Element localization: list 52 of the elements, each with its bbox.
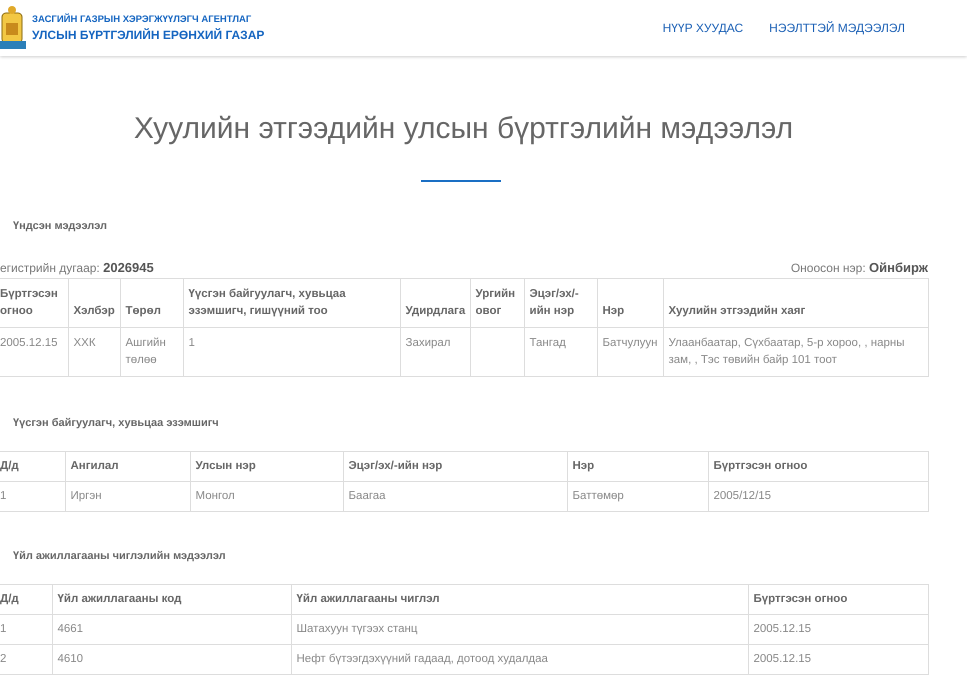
section-heading: Үүсгэн байгуулагч, хувьцаа эзэмшигч — [12, 416, 220, 429]
table-cell: 1 — [0, 482, 65, 512]
register-number: егистрийн дугаар: 2026945 — [0, 260, 154, 275]
column-header: Нэр — [567, 452, 708, 482]
table-cell: 2005.12.15 — [0, 328, 68, 376]
column-header: Д/д — [0, 452, 65, 482]
table-cell: 1 — [183, 328, 400, 376]
table-cell: Шатахуун түгээх станц — [291, 614, 748, 644]
table-cell: Тангад — [524, 328, 597, 376]
column-header: Хэлбэр — [68, 278, 120, 328]
table-cell: Баттөмөр — [567, 482, 708, 512]
emblem-icon — [0, 5, 26, 51]
table-cell: Захирал — [400, 328, 470, 376]
column-header: Бүртгэсэн огноо — [748, 584, 928, 614]
nav-link[interactable]: НЭЭЛТТЭЙ МЭДЭЭЛЭЛ — [769, 21, 905, 35]
nav-link[interactable]: НҮҮР ХУУДАС — [662, 21, 744, 35]
table-cell: Ашгийн төлөө — [120, 328, 183, 376]
table-cell: 4661 — [52, 614, 291, 644]
table-cell: 2005/12/15 — [708, 482, 928, 512]
table-cell: 4610 — [52, 644, 291, 674]
column-header: Үүсгэн байгуулагч, хувьцаа эзэмшигч, гишүүний тоо — [183, 278, 400, 328]
column-header: Ангилал — [65, 452, 190, 482]
column-header: Улсын нэр — [190, 452, 343, 482]
column-header: Д/д — [0, 584, 52, 614]
column-header: Бүртгэсэн огноо — [0, 278, 68, 328]
column-header: Эцэг/эх/-ийн нэр — [343, 452, 567, 482]
page-title: Хуулийн этгээдийн улсын бүртгэлийн мэдээлэл — [132, 112, 794, 146]
table-cell: Батчулуун — [597, 328, 663, 376]
company-name: Оноосон нэр: Ойнбирж — [790, 260, 928, 275]
table-cell: Монгол — [190, 482, 343, 512]
column-header: Төрөл — [120, 278, 183, 328]
table-cell: ХХК — [68, 328, 120, 376]
column-header: Нэр — [597, 278, 663, 328]
agency-name: ЗАСГИЙН ГАЗРЫН ХЭРЭГЖҮҮЛЭГЧ АГЕНТЛАГ — [32, 14, 252, 25]
section-heading: Үндсэн мэдээлэл — [12, 219, 108, 232]
column-header: Удирдлага — [400, 278, 470, 328]
organization-name: УЛСЫН БҮРТГЭЛИЙН ЕРӨНХИЙ ГАЗАР — [32, 28, 264, 42]
table-cell: 2 — [0, 644, 52, 674]
table-cell: 2005.12.15 — [748, 644, 928, 674]
table-cell: Иргэн — [65, 482, 190, 512]
section-heading: Үйл ажиллагааны чиглэлийн мэдээлэл — [12, 549, 227, 562]
table-cell: Нефт бүтээгдэхүүний гадаад, дотоод худалдаа — [291, 644, 748, 674]
column-header: Ургийн овог — [470, 278, 524, 328]
column-header: Хуулийн этгээдийн хаяг — [663, 278, 928, 328]
table-cell: Баагаа — [343, 482, 567, 512]
column-header: Үйл ажиллагааны чиглэл — [291, 584, 748, 614]
column-header: Эцэг/эх/-ийн нэр — [524, 278, 597, 328]
table-cell: 2005.12.15 — [748, 614, 928, 644]
table-cell: Улаанбаатар, Сүхбаатар, 5-р хороо, , нарны зам, , Тэс төвийн байр 101 тоот — [663, 328, 928, 376]
table-cell: 1 — [0, 614, 52, 644]
column-header: Бүртгэсэн огноо — [708, 452, 928, 482]
column-header: Үйл ажиллагааны код — [52, 584, 291, 614]
